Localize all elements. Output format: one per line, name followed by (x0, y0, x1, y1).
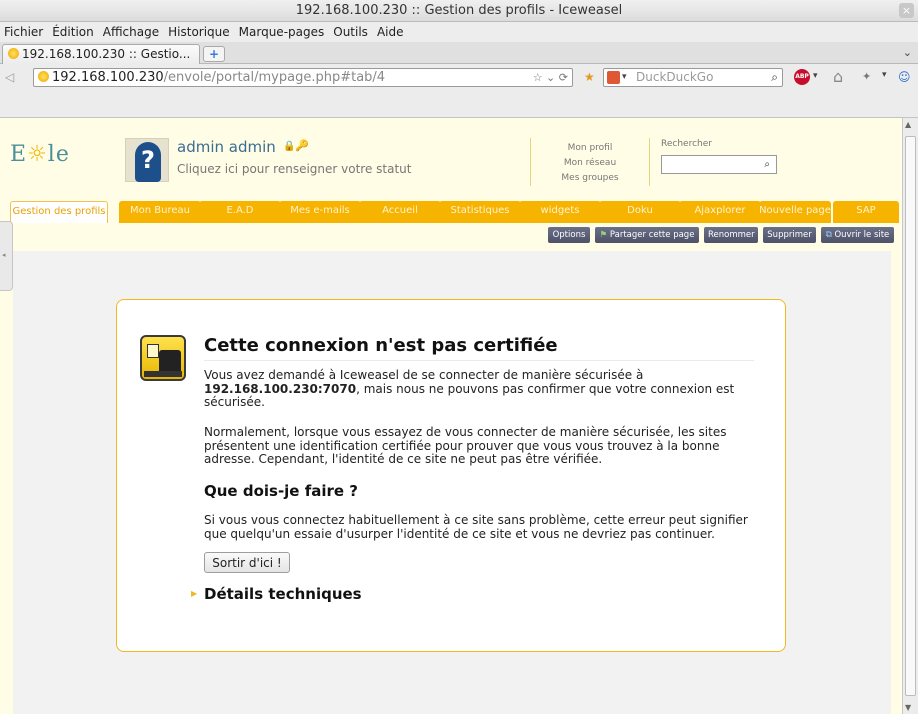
side-panel-handle[interactable]: ◂ (0, 221, 13, 291)
rename-button[interactable]: Renommer (704, 227, 758, 243)
adblock-plus-icon[interactable]: ABP (794, 69, 810, 85)
bookmarks-toolbar (0, 90, 918, 118)
tab-mes-emails[interactable]: Mes e-mails (279, 201, 361, 223)
tab-sap[interactable]: SAP (833, 201, 899, 223)
security-guard-icon (140, 335, 186, 381)
share-icon: ⚑ (599, 230, 608, 240)
tab-nouvelle-page[interactable]: Nouvelle page (759, 201, 831, 223)
site-search-label: Rechercher (661, 139, 712, 149)
tab-gestion-des-profils[interactable]: Gestion des profils (10, 201, 108, 223)
share-page-button[interactable]: ⚑ Partager cette page (595, 227, 699, 243)
delete-button[interactable]: Supprimer (763, 227, 816, 243)
menu-bar: Fichier Édition Affichage Historique Mar… (0, 22, 918, 42)
menu-aide[interactable]: Aide (377, 25, 404, 39)
open-site-button[interactable]: ⧉ Ouvrir le site (821, 227, 894, 243)
url-path: /envole/portal/mypage.php#tab/4 (163, 70, 386, 85)
what-to-do-heading: Que dois-je faire ? (204, 482, 358, 500)
profile-links: Mon profil Mon réseau Mes groupes (530, 138, 650, 186)
window-close-button[interactable]: × (899, 3, 914, 18)
tab-ead[interactable]: E.A.D (199, 201, 281, 223)
extension-icon[interactable]: ✦ (862, 70, 871, 83)
menu-affichage[interactable]: Affichage (103, 25, 159, 39)
tab-widgets[interactable]: widgets (519, 201, 601, 223)
error-explanation-paragraph: Normalement, lorsque vous essayez de vou… (204, 425, 727, 466)
new-tab-button[interactable]: + (203, 46, 225, 62)
tab-strip: 192.168.100.230 :: Gestio... + ⌄ (0, 42, 918, 64)
side-handle-arrow-icon: ◂ (2, 251, 6, 259)
technical-details-toggle[interactable]: Détails techniques (204, 585, 362, 603)
search-magnifier-icon[interactable]: ⌕ (771, 69, 778, 86)
link-mes-groupes[interactable]: Mes groupes (531, 171, 649, 186)
scrollbar-thumb[interactable] (905, 136, 916, 696)
search-engine-dropdown-icon[interactable]: ▾ (622, 69, 627, 86)
menu-marque-pages[interactable]: Marque-pages (239, 25, 325, 39)
what-to-do-paragraph: Si vous vous connectez habituellement à … (204, 513, 748, 541)
menu-fichier[interactable]: Fichier (4, 25, 43, 39)
user-extension-icon[interactable]: ☺ (898, 70, 911, 84)
tab-statistiques[interactable]: Statistiques (439, 201, 521, 223)
navigation-toolbar: ◁ 192.168.100.230/envole/portal/mypage.p… (0, 64, 918, 90)
avatar-placeholder-icon: ? (135, 142, 161, 182)
url-host: 192.168.100.230 (52, 70, 164, 85)
user-status-link[interactable]: Cliquez ici pour renseigner votre statut (177, 162, 411, 176)
site-identity-icon[interactable] (38, 71, 49, 82)
error-intro-paragraph: Vous avez demandé à Iceweasel de se conn… (204, 368, 735, 409)
user-name[interactable]: admin admin (177, 138, 276, 156)
vertical-scrollbar[interactable]: ▲ ▼ (902, 118, 918, 714)
site-search-input[interactable]: ⌕ (661, 155, 777, 174)
edit-key-icon[interactable]: 🔑 (295, 139, 309, 152)
get-me-out-button[interactable]: Sortir d'ici ! (204, 552, 290, 573)
options-button[interactable]: Options (548, 227, 590, 243)
lock-icon: 🔒 (283, 141, 296, 152)
search-placeholder: DuckDuckGo (636, 70, 714, 84)
address-bar[interactable]: 192.168.100.230/envole/portal/mypage.php… (33, 68, 573, 87)
tab-mon-bureau[interactable]: Mon Bureau (119, 201, 201, 223)
adblock-dropdown-icon[interactable]: ▾ (813, 71, 818, 81)
window-title: 192.168.100.230 :: Gestion des profils -… (295, 3, 623, 18)
favicon-icon (8, 48, 19, 59)
tab-doku[interactable]: Doku (599, 201, 681, 223)
menu-historique[interactable]: Historique (168, 25, 230, 39)
browser-tab[interactable]: 192.168.100.230 :: Gestio... (2, 44, 200, 64)
search-bar[interactable]: ▾ DuckDuckGo ⌕ (603, 68, 783, 87)
back-arrow-icon[interactable]: ◁ (5, 70, 14, 84)
error-title: Cette connexion n'est pas certifiée (204, 335, 754, 361)
avatar[interactable]: ? (125, 138, 169, 182)
error-host: 192.168.100.230:7070 (204, 381, 357, 396)
expand-arrow-icon[interactable]: ▶ (191, 589, 197, 598)
external-link-icon: ⧉ (825, 230, 832, 240)
tab-accueil[interactable]: Accueil (359, 201, 441, 223)
url-star-reload-icon[interactable]: ☆ ⌄ ⟳ (533, 69, 568, 86)
eole-logo: E☼le (10, 142, 70, 167)
link-mon-profil[interactable]: Mon profil (531, 141, 649, 156)
browser-tab-title: 192.168.100.230 :: Gestio... (22, 47, 191, 61)
link-mon-reseau[interactable]: Mon réseau (531, 156, 649, 171)
window-titlebar: 192.168.100.230 :: Gestion des profils -… (0, 0, 918, 22)
certificate-error-panel: Cette connexion n'est pas certifiée Vous… (116, 299, 786, 652)
eole-sun-icon: ☼ (27, 142, 48, 167)
tab-ajaxplorer[interactable]: Ajaxplorer (679, 201, 761, 223)
extension-dropdown-icon[interactable]: ▾ (882, 70, 887, 80)
bookmark-star-icon[interactable]: ★ (584, 70, 595, 84)
scroll-up-icon[interactable]: ▲ (905, 120, 911, 129)
menu-edition[interactable]: Édition (52, 25, 94, 39)
portal-tabs: Gestion des profils Mon Bureau E.A.D Mes… (10, 201, 902, 223)
search-icon[interactable]: ⌕ (764, 159, 770, 170)
menu-outils[interactable]: Outils (333, 25, 368, 39)
tab-list-chevron-icon[interactable]: ⌄ (903, 46, 912, 59)
duckduckgo-icon[interactable] (607, 71, 620, 84)
scroll-down-icon[interactable]: ▼ (905, 703, 911, 712)
home-icon[interactable]: ⌂ (833, 67, 843, 86)
